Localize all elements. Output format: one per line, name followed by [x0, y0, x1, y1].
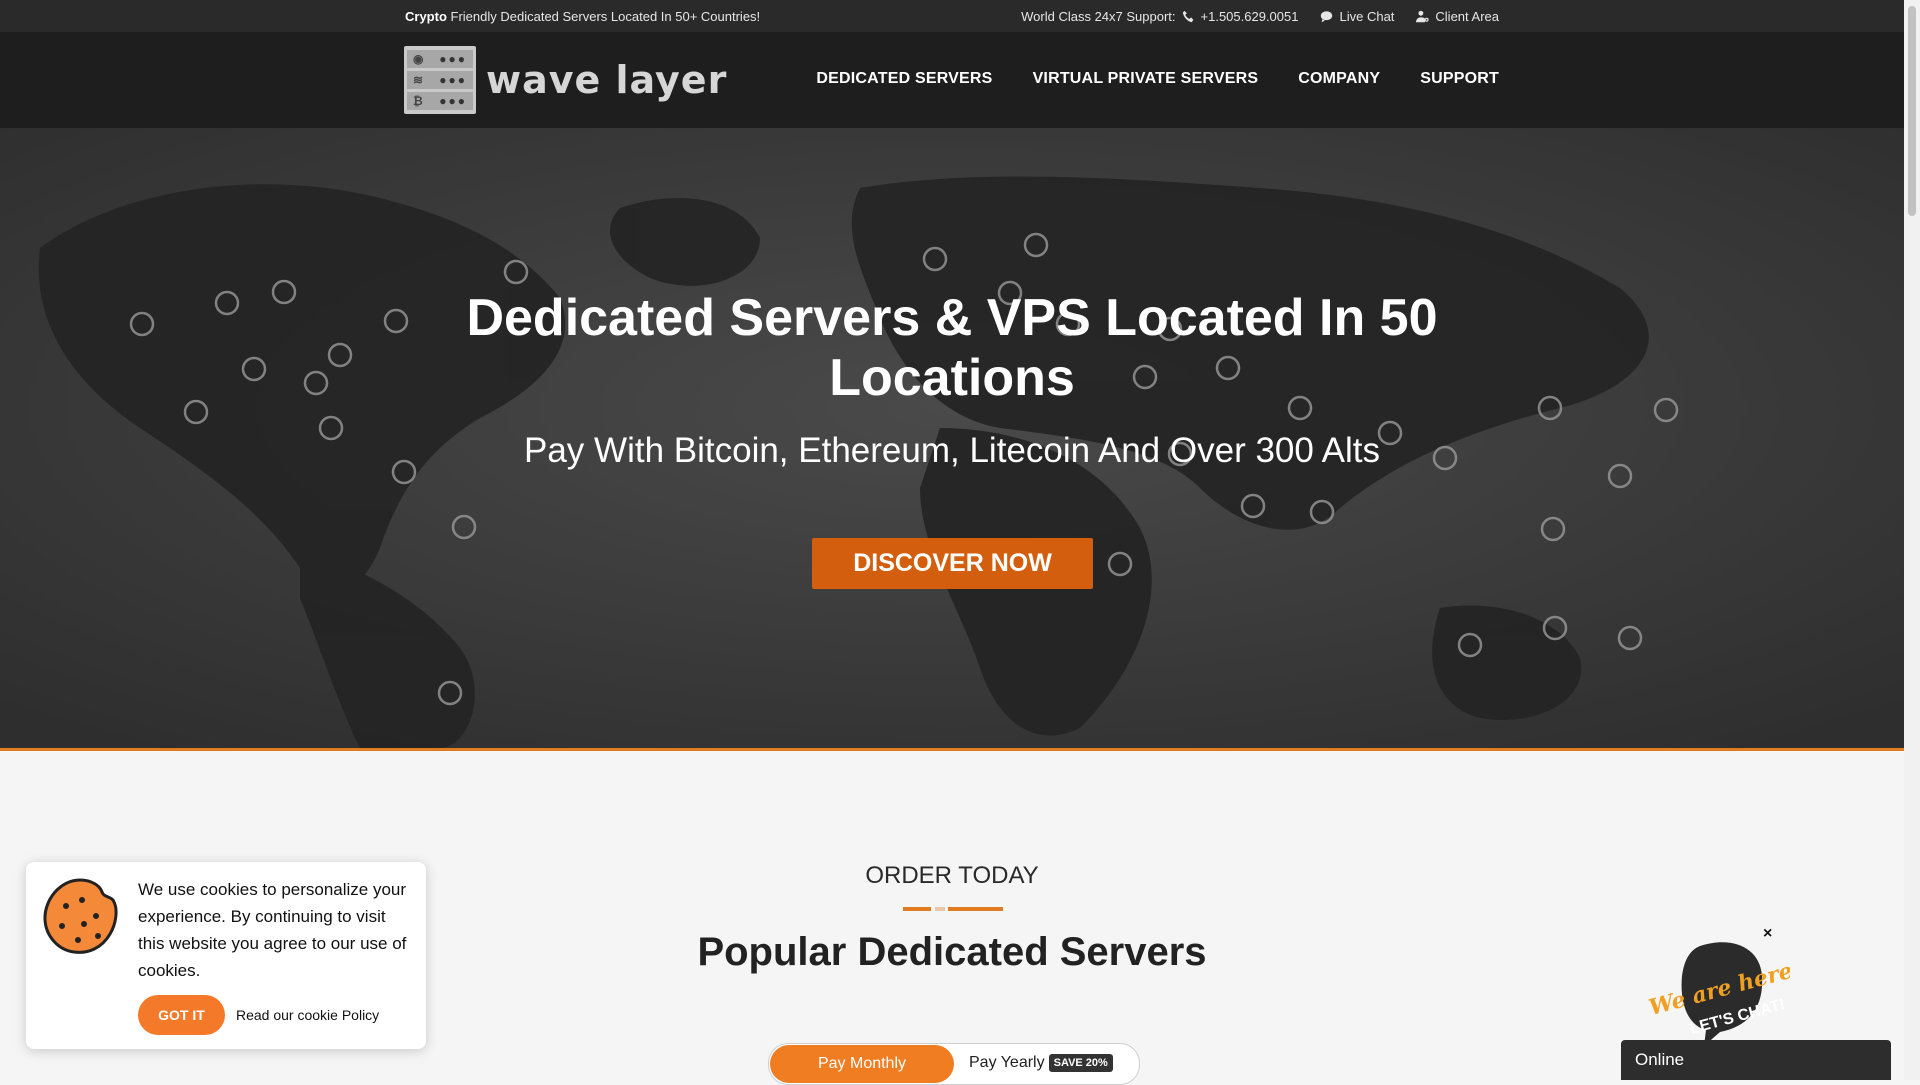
- page-scrollbar[interactable]: [1904, 0, 1920, 1080]
- cookie-icon: [43, 878, 118, 954]
- main-nav: DEDICATED SERVERS VIRTUAL PRIVATE SERVER…: [816, 70, 1499, 88]
- pay-yearly-toggle[interactable]: Pay Yearly SAVE 20%: [969, 1054, 1113, 1072]
- pay-yearly-label: Pay Yearly: [969, 1054, 1045, 1071]
- section-divider: [903, 907, 1003, 911]
- chat-status-bar[interactable]: Online: [1621, 1040, 1891, 1080]
- discover-now-button[interactable]: DISCOVER NOW: [812, 538, 1093, 589]
- user-cog-icon: [1416, 10, 1429, 23]
- hero-title: Dedicated Servers & VPS Located In 50 Lo…: [466, 289, 1438, 407]
- live-chat-link[interactable]: Live Chat: [1320, 9, 1394, 24]
- hero-section: Dedicated Servers & VPS Located In 50 Lo…: [0, 128, 1904, 751]
- support-label: World Class 24x7 Support:: [1021, 9, 1176, 24]
- nav-company[interactable]: COMPANY: [1298, 70, 1380, 88]
- logo-server-icon: ◉ ●●● ≋ ●●● ₿ ●●●: [404, 46, 476, 114]
- chat-status: Online: [1635, 1050, 1685, 1069]
- site-header: ◉ ●●● ≋ ●●● ₿ ●●● wave layer DEDICATED SERV…: [0, 32, 1904, 128]
- logo-text: wave layer: [486, 58, 728, 102]
- got-it-button[interactable]: GOT IT: [138, 995, 225, 1035]
- pay-monthly-toggle[interactable]: Pay Monthly: [770, 1045, 954, 1083]
- phone-number: +1.505.629.0051: [1200, 9, 1299, 24]
- billing-toggle: Pay Monthly Pay Yearly SAVE 20%: [768, 1043, 1140, 1085]
- live-chat-label: Live Chat: [1339, 9, 1395, 24]
- client-area-link[interactable]: Client Area: [1416, 9, 1499, 24]
- logo[interactable]: ◉ ●●● ≋ ●●● ₿ ●●● wave layer: [404, 46, 727, 114]
- chat-invite-bubble[interactable]: We are here! LET'S CHAT!: [1640, 936, 1790, 1046]
- hero-subtitle: Pay With Bitcoin, Ethereum, Litecoin And…: [524, 431, 1380, 470]
- nav-virtual-private-servers[interactable]: VIRTUAL PRIVATE SERVERS: [1033, 70, 1259, 88]
- scrollbar-thumb[interactable]: [1908, 6, 1916, 216]
- client-area-label: Client Area: [1435, 9, 1499, 24]
- top-bar: Crypto Friendly Dedicated Servers Locate…: [0, 0, 1904, 32]
- promo-text: Crypto Friendly Dedicated Servers Locate…: [405, 9, 760, 24]
- cookie-message: We use cookies to personalize your exper…: [138, 880, 407, 980]
- phone-icon: [1182, 10, 1193, 23]
- nav-dedicated-servers[interactable]: DEDICATED SERVERS: [816, 70, 992, 88]
- chat-icon: [1321, 11, 1333, 23]
- cookie-banner: We use cookies to personalize your exper…: [26, 862, 426, 1049]
- promo-rest: Friendly Dedicated Servers Located In 50…: [450, 9, 761, 24]
- nav-support[interactable]: SUPPORT: [1420, 70, 1499, 88]
- save-badge: SAVE 20%: [1048, 1054, 1113, 1072]
- cookie-policy-link[interactable]: Read our cookie Policy: [236, 1007, 379, 1023]
- promo-bold: Crypto: [405, 9, 447, 24]
- phone-link[interactable]: +1.505.629.0051: [1182, 9, 1299, 24]
